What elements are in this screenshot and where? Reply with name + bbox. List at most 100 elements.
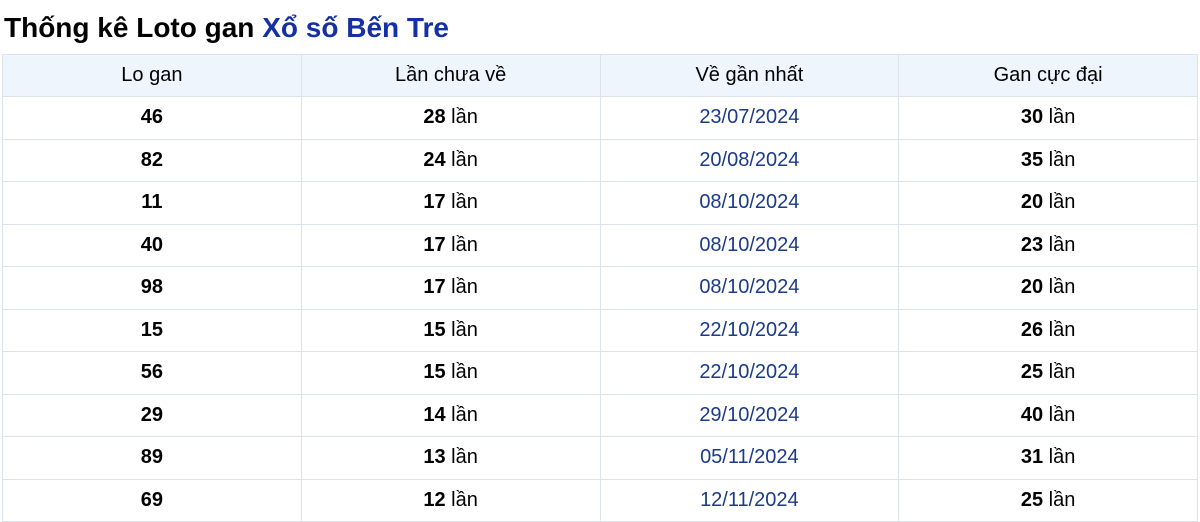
gan-cuc-dai-unit: lần [1048, 233, 1076, 256]
lo-gan-cell: 46 [2, 96, 302, 140]
lo-gan-number: 15 [140, 318, 163, 341]
lan-chua-ve-unit: lần [451, 106, 478, 129]
lan-chua-ve-unit: lần [451, 403, 478, 426]
ve-gan-nhat-date: 29/10/2024 [699, 403, 800, 426]
gan-cuc-dai-cell: 23 lần [898, 223, 1198, 267]
lan-chua-ve-count: 17 [423, 276, 446, 299]
gan-cuc-dai-unit: lần [1048, 148, 1076, 171]
gan-cuc-dai-unit: lần [1048, 361, 1076, 384]
ve-gan-nhat-date: 12/11/2024 [700, 488, 799, 511]
lan-chua-ve-unit: lần [451, 361, 478, 384]
page-title-prefix: Thống kê Loto gan [4, 12, 263, 43]
gan-cuc-dai-unit: lần [1048, 488, 1076, 511]
lo-gan-cell: 40 [2, 223, 302, 267]
ve-gan-nhat-cell: 23/07/2024 [599, 96, 900, 140]
ve-gan-nhat-date: 22/10/2024 [699, 361, 800, 384]
lan-chua-ve-cell: 17 lần [300, 181, 601, 225]
lan-chua-ve-cell: 13 lần [300, 436, 601, 480]
gan-cuc-dai-unit: lần [1048, 191, 1076, 214]
gan-cuc-dai-cell: 25 lần [898, 351, 1198, 395]
lan-chua-ve-count: 13 [423, 446, 446, 469]
gan-cuc-dai-cell: 20 lần [898, 181, 1198, 225]
lan-chua-ve-cell: 14 lần [300, 393, 601, 437]
lo-gan-cell: 98 [2, 266, 302, 310]
lo-gan-cell: 15 [2, 308, 302, 352]
lan-chua-ve-count: 15 [423, 318, 446, 341]
table-row: 82 24 lần 20/08/2024 35 lần [2, 138, 1198, 182]
gan-cuc-dai-count: 40 [1020, 403, 1044, 426]
ve-gan-nhat-cell: 08/10/2024 [599, 181, 900, 225]
ve-gan-nhat-cell: 12/11/2024 [599, 478, 900, 522]
table-row: 69 12 lần 12/11/2024 25 lần [2, 478, 1198, 522]
lo-gan-number: 98 [140, 276, 163, 299]
lo-gan-number: 69 [140, 488, 163, 511]
lo-gan-cell: 29 [2, 393, 302, 437]
gan-cuc-dai-count: 35 [1020, 148, 1044, 171]
ve-gan-nhat-date: 08/10/2024 [699, 276, 800, 299]
lan-chua-ve-count: 28 [423, 106, 446, 129]
gan-cuc-dai-count: 30 [1020, 106, 1044, 129]
table-row: 15 15 lần 22/10/2024 26 lần [2, 308, 1198, 352]
column-header-ve-gan-nhat: Về gần nhất [599, 54, 900, 97]
lo-gan-number: 29 [140, 403, 163, 426]
table-header-row: Lo gan Lần chưa về Về gần nhất Gan cực đ… [2, 54, 1198, 97]
gan-cuc-dai-cell: 20 lần [898, 266, 1198, 310]
lo-gan-number: 46 [140, 106, 163, 129]
lan-chua-ve-unit: lần [451, 446, 478, 469]
table-row: 89 13 lần 05/11/2024 31 lần [2, 436, 1198, 480]
ve-gan-nhat-date: 23/07/2024 [699, 106, 800, 129]
ve-gan-nhat-date: 20/08/2024 [699, 148, 800, 171]
lan-chua-ve-cell: 15 lần [300, 308, 601, 352]
ve-gan-nhat-date: 22/10/2024 [699, 318, 800, 341]
ve-gan-nhat-cell: 08/10/2024 [599, 223, 900, 267]
ve-gan-nhat-date: 05/11/2024 [700, 446, 799, 469]
lan-chua-ve-cell: 24 lần [300, 138, 601, 182]
gan-cuc-dai-count: 20 [1020, 191, 1044, 214]
lan-chua-ve-count: 15 [423, 361, 446, 384]
lan-chua-ve-count: 14 [423, 403, 446, 426]
ve-gan-nhat-cell: 08/10/2024 [599, 266, 900, 310]
gan-cuc-dai-count: 26 [1020, 318, 1044, 341]
lo-gan-number: 40 [140, 233, 163, 256]
lan-chua-ve-cell: 17 lần [300, 223, 601, 267]
gan-cuc-dai-unit: lần [1048, 318, 1076, 341]
lan-chua-ve-count: 17 [423, 233, 446, 256]
lan-chua-ve-count: 12 [423, 488, 446, 511]
lan-chua-ve-unit: lần [451, 488, 478, 511]
gan-cuc-dai-cell: 40 lần [898, 393, 1198, 437]
gan-cuc-dai-count: 25 [1020, 361, 1044, 384]
lan-chua-ve-count: 24 [423, 148, 446, 171]
column-header-lo-gan: Lo gan [2, 54, 302, 97]
column-header-gan-cuc-dai: Gan cực đại [898, 54, 1198, 97]
gan-cuc-dai-cell: 35 lần [898, 138, 1198, 182]
lo-gan-cell: 89 [2, 436, 302, 480]
page: Thống kê Loto gan Xổ số Bến Tre Lo gan L… [0, 0, 1200, 522]
lo-gan-number: 89 [140, 446, 163, 469]
lan-chua-ve-count: 17 [423, 191, 446, 214]
column-header-lan-chua-ve: Lần chưa về [300, 54, 601, 97]
lan-chua-ve-cell: 15 lần [300, 351, 601, 395]
lo-gan-cell: 56 [2, 351, 302, 395]
ve-gan-nhat-cell: 29/10/2024 [599, 393, 900, 437]
lan-chua-ve-cell: 12 lần [300, 478, 601, 522]
loto-gan-table: Lo gan Lần chưa về Về gần nhất Gan cực đ… [2, 54, 1198, 522]
page-title-lottery-name: Xổ số Bến Tre [262, 12, 449, 43]
table-row: 29 14 lần 29/10/2024 40 lần [2, 393, 1198, 437]
gan-cuc-dai-unit: lần [1048, 106, 1076, 129]
lan-chua-ve-unit: lần [451, 233, 478, 256]
table-body: 46 28 lần 23/07/2024 30 lần 82 24 lần 20/08/20… [2, 96, 1198, 522]
gan-cuc-dai-count: 25 [1020, 488, 1044, 511]
gan-cuc-dai-cell: 31 lần [898, 436, 1198, 480]
lo-gan-cell: 69 [2, 478, 302, 522]
lan-chua-ve-unit: lần [451, 276, 478, 299]
lo-gan-cell: 11 [2, 181, 302, 225]
lan-chua-ve-cell: 28 lần [300, 96, 601, 140]
table-row: 46 28 lần 23/07/2024 30 lần [2, 96, 1198, 140]
ve-gan-nhat-cell: 22/10/2024 [599, 351, 900, 395]
gan-cuc-dai-cell: 25 lần [898, 478, 1198, 522]
lo-gan-number: 56 [140, 361, 163, 384]
ve-gan-nhat-cell: 22/10/2024 [599, 308, 900, 352]
gan-cuc-dai-count: 31 [1020, 446, 1044, 469]
ve-gan-nhat-cell: 05/11/2024 [599, 436, 900, 480]
gan-cuc-dai-unit: lần [1048, 446, 1076, 469]
